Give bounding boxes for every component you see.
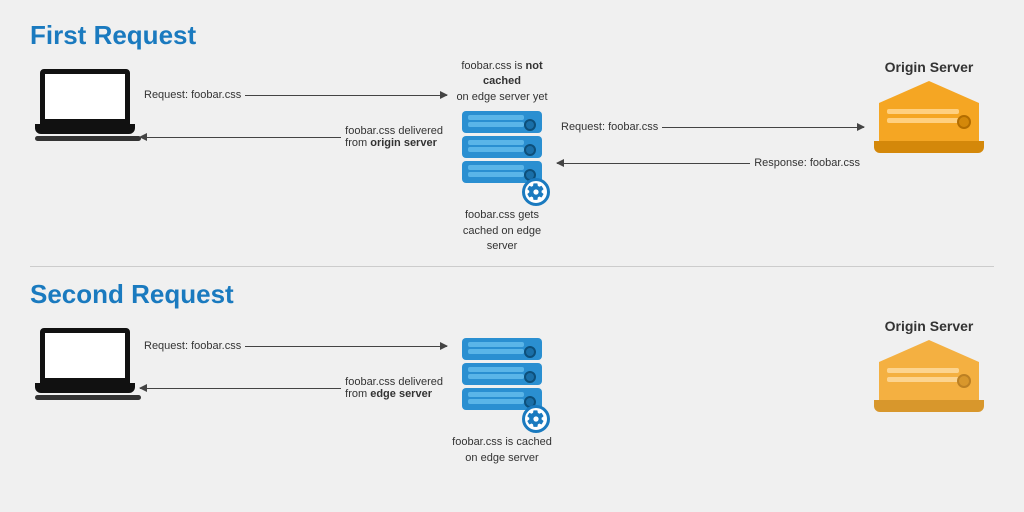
first-req-label: Request: foobar.css: [140, 89, 245, 101]
left-arrow-line-1: [140, 137, 341, 138]
origin-top: [879, 81, 979, 103]
second-origin-title: Origin Server: [885, 318, 974, 334]
first-req-to-origin: Request: foobar.css: [557, 119, 864, 135]
server-unit-1: [462, 111, 542, 133]
first-arrow-response-from-edge: foobar.css deliveredfrom origin server: [140, 123, 447, 151]
first-laptop: [30, 69, 140, 144]
second-origin-bottom: [874, 400, 984, 412]
second-resp-label: foobar.css deliveredfrom edge server: [341, 376, 447, 400]
second-edge-server: foobar.css is cached on edge server: [447, 318, 557, 466]
edge-server-stack: [462, 111, 542, 198]
second-arrow-req: Request: foobar.css: [140, 338, 447, 354]
second-request-title: Second Request: [30, 279, 994, 310]
edge-server-badge: [522, 178, 550, 206]
second-server-unit-2: [462, 363, 542, 385]
first-origin-server: Origin Server: [864, 59, 994, 153]
edge-top-label: foobar.css is not cachedon edge server y…: [447, 59, 557, 105]
first-arrows-right: Request: foobar.css Response: foobar.css: [557, 119, 864, 171]
second-arrow-resp: foobar.css deliveredfrom edge server: [140, 374, 447, 402]
first-resp-label: foobar.css deliveredfrom origin server: [341, 125, 447, 149]
origin-bottom: [874, 141, 984, 153]
second-origin-mid: [879, 362, 979, 400]
second-laptop-base: [35, 383, 135, 393]
diagram: First Request Request: foobar.css: [0, 0, 1024, 512]
second-edge-server-stack: [462, 338, 542, 425]
first-arrow-request-to-edge: Request: foobar.css: [140, 87, 447, 103]
origin-mid: [879, 103, 979, 141]
second-request-section: Second Request Request: foobar.css: [30, 279, 994, 466]
second-gear-icon: [527, 410, 545, 428]
second-origin-top: [879, 340, 979, 362]
second-server-unit-1: [462, 338, 542, 360]
second-laptop-foot: [35, 395, 141, 400]
second-edge-bottom-label: foobar.css is cached on edge server: [447, 435, 557, 466]
laptop-foot: [35, 136, 141, 141]
first-request-row: Request: foobar.css foobar.css delivered…: [30, 59, 994, 254]
laptop-screen: [40, 69, 130, 124]
second-laptop-screen: [40, 328, 130, 383]
first-edge-server: foobar.css is not cachedon edge server y…: [447, 59, 557, 254]
second-request-row: Request: foobar.css foobar.css delivered…: [30, 318, 994, 466]
first-request-section: First Request Request: foobar.css: [30, 20, 994, 254]
first-request-title: First Request: [30, 20, 994, 51]
first-resp-origin-label: Response: foobar.css: [750, 157, 864, 169]
second-laptop: [30, 328, 140, 403]
second-laptop-icon: [35, 328, 135, 403]
left-arrow-line-2: [557, 163, 750, 164]
first-edge-bottom-label: foobar.css gets cached on edge server: [447, 208, 557, 254]
second-right-arrow: [245, 346, 447, 347]
laptop-base: [35, 124, 135, 134]
second-left-arrow: [140, 388, 341, 389]
first-origin-title: Origin Server: [885, 59, 974, 75]
second-edge-server-badge: [522, 405, 550, 433]
first-arrows-left: Request: foobar.css foobar.css delivered…: [140, 87, 447, 151]
server-unit-2: [462, 136, 542, 158]
second-origin-body: [879, 340, 979, 412]
second-arrows-left: Request: foobar.css foobar.css delivered…: [140, 338, 447, 402]
first-resp-from-origin: Response: foobar.css: [557, 155, 864, 171]
right-arrow-line-2: [662, 127, 864, 128]
right-arrow-line-1: [245, 95, 447, 96]
second-req-label: Request: foobar.css: [140, 340, 245, 352]
first-origin-body: [879, 81, 979, 153]
first-req-origin-label: Request: foobar.css: [557, 121, 662, 133]
second-origin-server: Origin Server: [864, 318, 994, 412]
section-divider: [30, 266, 994, 267]
gear-icon: [527, 183, 545, 201]
laptop-icon: [35, 69, 135, 144]
